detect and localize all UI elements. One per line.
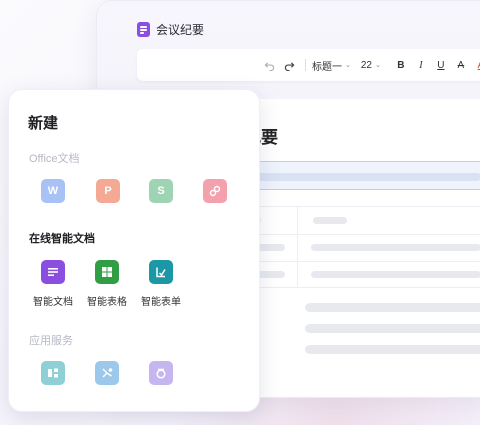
spreadsheet-icon-letter: S [157,185,165,197]
table-divider [297,207,298,287]
document-title-row: 会议纪要 [137,21,204,38]
table-cell [311,244,480,251]
italic-button[interactable]: I [411,60,431,71]
table-cell [313,217,347,224]
paragraph-line [305,303,480,312]
toolbar-divider [305,59,306,71]
new-document-panel: 新建 Office文档 W P S 在线智能文档 智能文档 智能表格 智能表单 … [8,89,260,412]
underline-button[interactable]: U [431,60,451,71]
section-online-label: 在线智能文档 [29,233,95,245]
flowchart-app-icon[interactable] [41,361,65,385]
pdf-glyph [209,185,221,197]
font-size-select[interactable]: 22 ⌄ [361,60,381,71]
undo-icon[interactable] [261,55,277,75]
panel-title: 新建 [28,115,59,132]
spreadsheet-icon[interactable]: S [149,179,173,203]
paragraph-line [305,324,480,333]
smart-table-glyph [102,267,112,277]
text-placeholder-bar [237,173,480,181]
strikethrough-button[interactable]: A [451,60,471,71]
chevron-down-icon: ⌄ [345,62,351,69]
word-icon-letter: W [47,185,59,197]
powerpoint-icon-letter: P [104,185,112,197]
powerpoint-icon[interactable]: P [96,179,120,203]
chevron-down-icon: ⌄ [375,62,381,69]
smart-document-icon[interactable] [41,260,65,284]
paragraph-line [305,345,480,354]
formatting-toolbar: 标题一 ⌄ 22 ⌄ B I U A A [137,49,480,81]
smart-document-glyph [48,268,58,276]
smart-document-icon [137,22,150,37]
table-cell [311,271,480,278]
word-icon[interactable]: W [41,179,65,203]
document-title: 会议纪要 [156,23,205,37]
smart-form-glyph [156,267,166,278]
mindmap-app-icon[interactable] [95,361,119,385]
heading-style-value: 标题一 [312,61,342,73]
smart-form-icon[interactable] [149,260,173,284]
flowchart-glyph [48,368,58,378]
pdf-icon[interactable] [203,179,227,203]
section-apps-label: 应用服务 [29,335,73,347]
redo-icon[interactable] [281,55,297,75]
mindmap-glyph [102,368,113,378]
whiteboard-glyph [156,368,166,379]
font-size-value: 22 [360,59,372,71]
section-office-label: Office文档 [29,153,80,165]
smart-document-label[interactable]: 智能文档 [23,293,83,308]
font-color-button[interactable]: A [471,60,480,71]
bold-button[interactable]: B [391,60,411,71]
whiteboard-app-icon[interactable] [149,361,173,385]
smart-table-icon[interactable] [95,260,119,284]
smart-table-label[interactable]: 智能表格 [77,293,137,308]
heading-style-select[interactable]: 标题一 ⌄ [312,58,351,73]
smart-form-label[interactable]: 智能表单 [131,293,191,308]
